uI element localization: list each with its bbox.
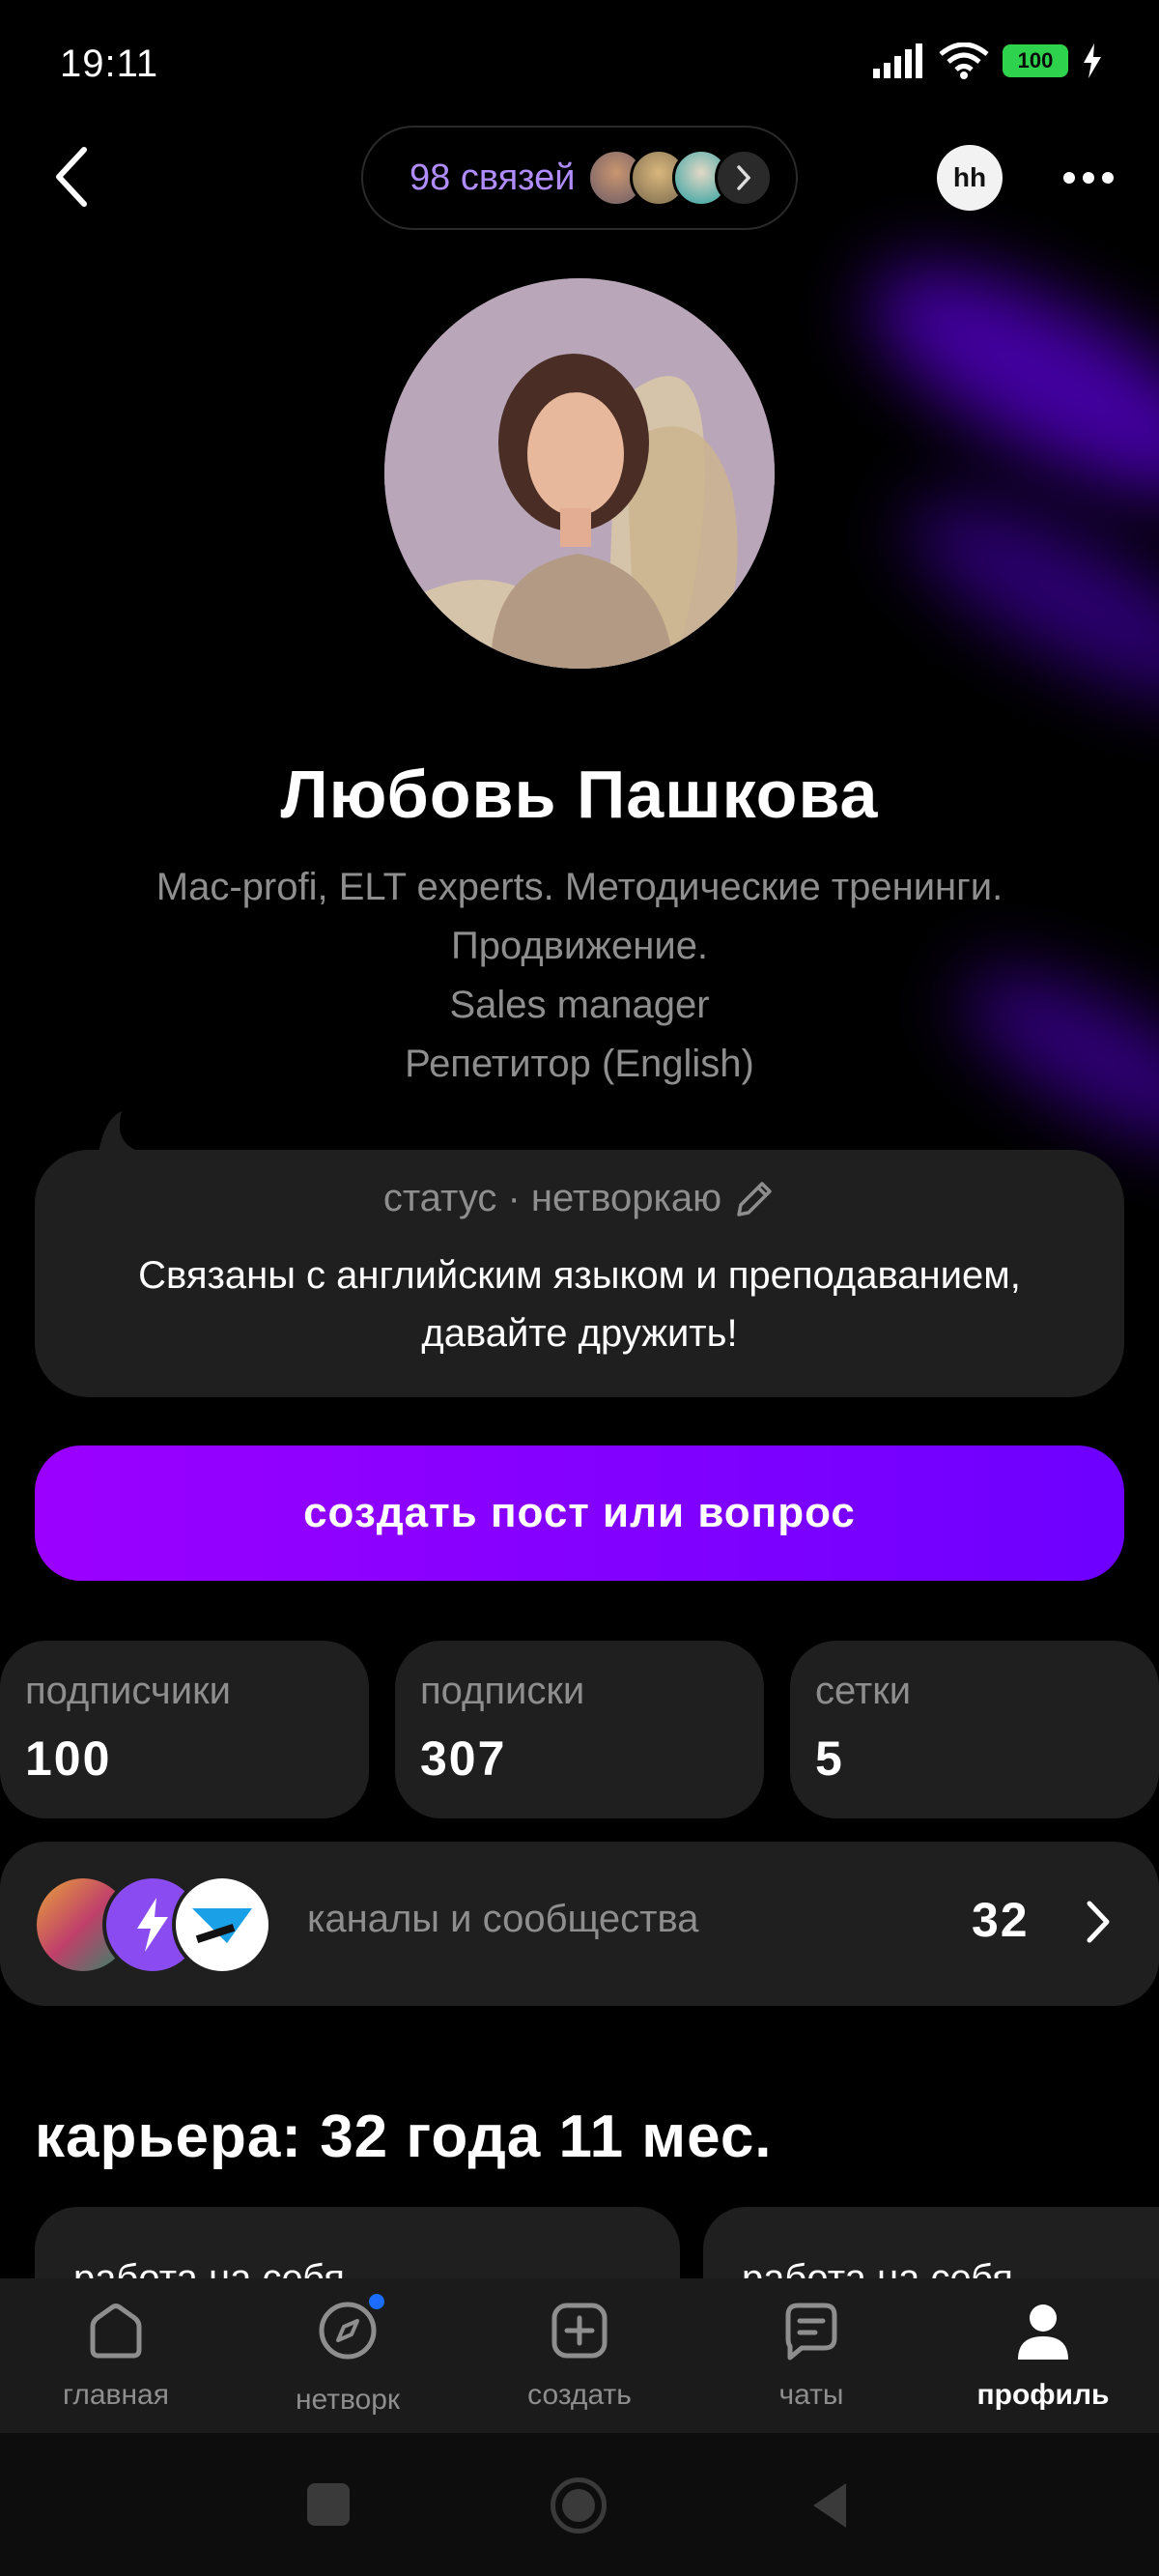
channels-label: каналы и сообщества — [307, 1898, 699, 1940]
channel-avatar — [172, 1875, 272, 1975]
bio-line: Продвижение. — [450, 925, 709, 967]
stat-value: 307 — [420, 1732, 507, 1786]
more-dot — [1083, 172, 1094, 184]
status-card[interactable]: статус · нетворкаю Связаны с английским … — [35, 1150, 1124, 1397]
stat-label: подписки — [420, 1670, 585, 1712]
hh-button[interactable]: hh — [937, 145, 1003, 211]
nav-chats[interactable]: чаты — [695, 2300, 927, 2412]
nav-label: главная — [63, 2379, 169, 2411]
channels-count: 32 — [972, 1893, 1030, 1947]
status-header: статус · нетворкаю — [382, 1177, 722, 1219]
notification-dot — [369, 2294, 384, 2309]
stat-label: сетки — [815, 1670, 912, 1712]
nav-network[interactable]: нетворк — [232, 2294, 464, 2417]
background-glow — [839, 222, 1159, 541]
trajectory-logo-icon — [192, 1908, 252, 1943]
career-title: карьера: 32 года 11 мес. — [35, 2104, 773, 2170]
nav-label: нетворк — [295, 2384, 401, 2416]
bottom-nav: главная нетворк создать чаты профиль — [0, 2278, 1159, 2433]
chevron-right-icon — [714, 149, 773, 207]
nav-label: профиль — [976, 2379, 1110, 2411]
system-nav-bar — [0, 2433, 1159, 2576]
nav-profile[interactable]: профиль — [927, 2300, 1159, 2412]
edit-pencil-icon[interactable] — [733, 1178, 776, 1220]
compass-icon — [319, 2302, 377, 2360]
create-post-button[interactable]: создать пост или вопрос — [35, 1445, 1124, 1581]
followers-card[interactable]: подписчики 100 — [0, 1641, 369, 1818]
bio-line: Репетитор (English) — [405, 1043, 754, 1085]
nav-label: чаты — [778, 2379, 844, 2411]
status-bar: 19:11 100 — [0, 0, 1159, 126]
profile-bio: Mac-profi, ELT experts. Методические тре… — [0, 858, 1159, 1094]
background-glow — [883, 461, 1159, 737]
more-options-button[interactable] — [1055, 145, 1122, 211]
home-system-button[interactable] — [551, 2477, 607, 2533]
nav-home[interactable]: главная — [0, 2300, 232, 2412]
back-button[interactable] — [39, 143, 106, 211]
status-text: Связаны с английским языком и преподаван… — [138, 1254, 1021, 1355]
chat-icon — [785, 2303, 837, 2361]
following-card[interactable]: подписки 307 — [395, 1641, 764, 1818]
home-icon — [90, 2304, 142, 2359]
profile-icon — [1018, 2304, 1068, 2360]
charging-icon — [1084, 43, 1101, 78]
connections-pill[interactable]: 98 связей — [361, 126, 798, 230]
networks-card[interactable]: сетки 5 — [790, 1641, 1159, 1818]
signal-icon — [873, 43, 922, 78]
channels-row[interactable]: каналы и сообщества 32 — [0, 1842, 1159, 2006]
chevron-right-icon — [1087, 1901, 1110, 1943]
stat-value: 100 — [25, 1732, 112, 1786]
chevron-left-icon — [56, 147, 87, 207]
battery-icon: 100 — [1003, 44, 1068, 77]
nav-create[interactable]: создать — [464, 2300, 695, 2412]
wifi-icon — [939, 43, 989, 79]
lightning-icon — [137, 1898, 168, 1952]
connections-label: 98 связей — [410, 157, 576, 198]
plus-square-icon — [551, 2303, 608, 2359]
status-time: 19:11 — [60, 43, 159, 85]
more-dot — [1063, 172, 1075, 184]
back-system-button[interactable] — [807, 2479, 850, 2532]
more-dot — [1102, 172, 1114, 184]
nav-label: создать — [527, 2379, 632, 2411]
recents-button[interactable] — [307, 2483, 350, 2526]
profile-name: Любовь Пашкова — [280, 757, 879, 832]
stat-label: подписчики — [25, 1670, 231, 1712]
profile-photo-illustration — [384, 278, 775, 669]
profile-photo[interactable] — [384, 278, 775, 669]
top-bar: 98 связей hh — [0, 126, 1159, 232]
stat-value: 5 — [815, 1732, 844, 1786]
bio-line: Sales manager — [449, 984, 710, 1026]
bio-line: Mac-profi, ELT experts. Методические тре… — [155, 866, 1004, 908]
